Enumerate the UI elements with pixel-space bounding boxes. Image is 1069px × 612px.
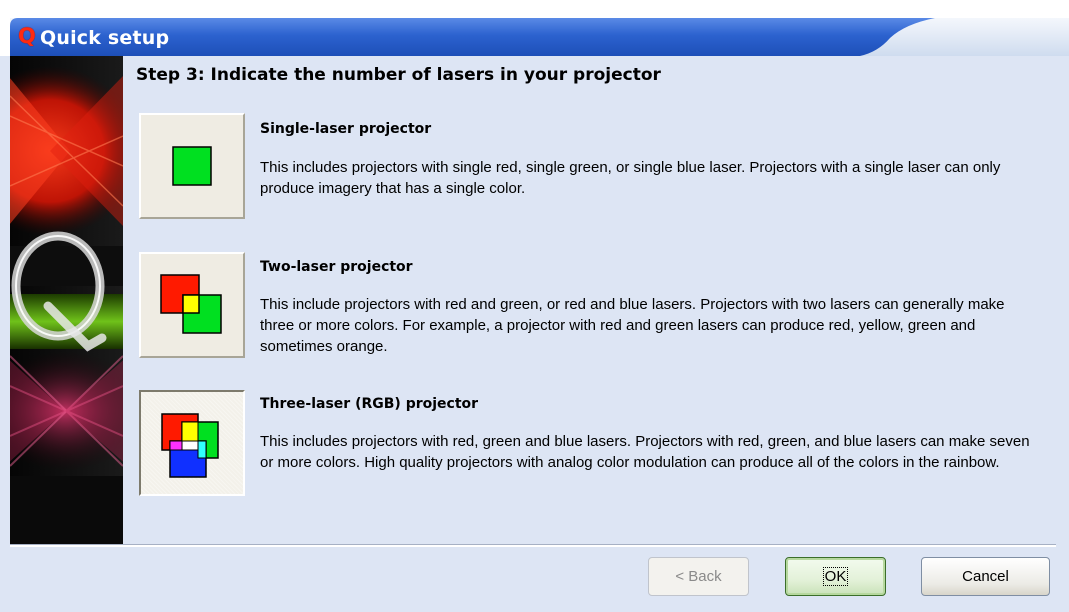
side-banner-image: [10, 56, 123, 544]
laser-art-image: [10, 56, 123, 544]
cancel-button[interactable]: Cancel: [921, 557, 1050, 596]
footer-bar: < Back OK Cancel: [0, 547, 1069, 612]
content-panel: Step 3: Indicate the number of lasers in…: [123, 56, 1069, 544]
two-laser-option-button[interactable]: [139, 252, 245, 358]
single-laser-option-button[interactable]: [139, 113, 245, 219]
title-bar[interactable]: Q Quick setup: [0, 0, 1069, 56]
back-button[interactable]: < Back: [648, 557, 749, 596]
two-laser-title: Two-laser projector: [260, 259, 413, 275]
three-laser-option-button[interactable]: [139, 390, 245, 496]
ok-button-label: OK: [822, 567, 849, 586]
three-laser-description: This includes projectors with red, green…: [260, 433, 1030, 471]
ok-button[interactable]: OK: [785, 557, 886, 596]
single-laser-title: Single-laser projector: [260, 121, 432, 137]
three-laser-icon: [161, 413, 219, 478]
step-heading: Step 3: Indicate the number of lasers in…: [136, 65, 661, 85]
single-laser-icon: [172, 146, 212, 186]
single-laser-description: This includes projectors with single red…: [260, 159, 1001, 197]
window-title: Quick setup: [40, 27, 170, 49]
app-logo-icon: Q: [18, 24, 36, 48]
two-laser-icon: [160, 274, 222, 334]
quick-setup-window: Q Quick setup Step 3: Indicate the numbe…: [0, 0, 1069, 612]
two-laser-description: This include projectors with red and gre…: [260, 296, 1005, 355]
three-laser-title: Three-laser (RGB) projector: [260, 396, 479, 412]
